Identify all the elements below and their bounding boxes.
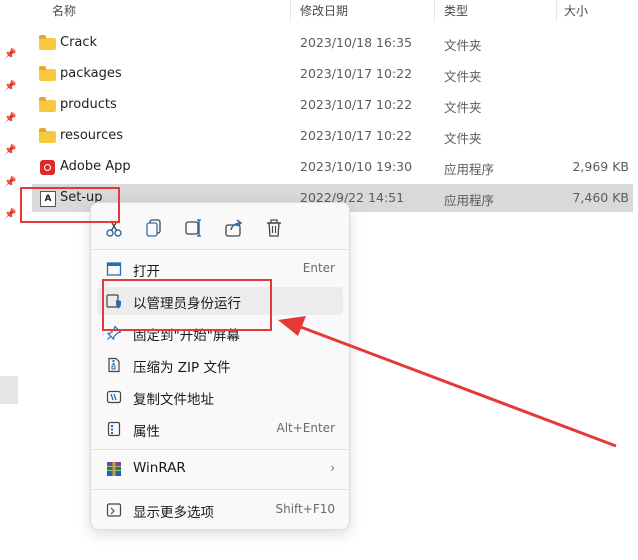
annotation-arrow: [278, 316, 617, 448]
